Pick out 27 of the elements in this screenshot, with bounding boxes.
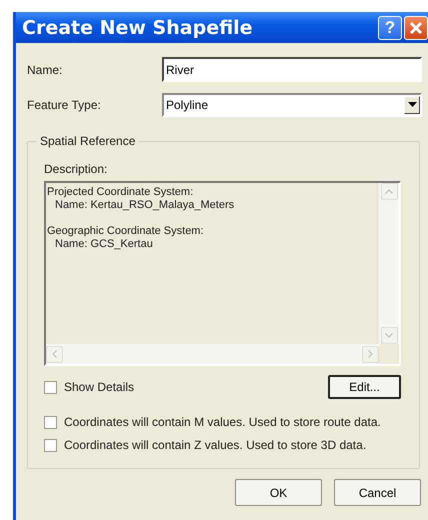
description-label: Description: [44, 162, 108, 176]
checkbox-label: Coordinates will contain Z values. Used to store 3D data. [64, 438, 366, 452]
checkbox[interactable] [44, 416, 57, 428]
checkbox[interactable] [44, 438, 57, 452]
field-label: Name: [27, 62, 64, 76]
description-line: Name: GCS_Kertau [55, 238, 153, 251]
feature-type-dropdown[interactable]: Polyline [162, 92, 422, 116]
dialog-button[interactable]: Cancel [334, 479, 421, 506]
close-icon [408, 20, 424, 36]
field-label: Feature Type: [27, 98, 102, 112]
edit-button[interactable]: Edit... [328, 375, 401, 399]
name-field[interactable]: River [162, 57, 422, 82]
window-title: Create New Shapefile [22, 16, 253, 38]
scroll-left-icon [52, 350, 57, 358]
checkbox-label: Show Details [64, 380, 134, 394]
description-line: Projected Coordinate System: [47, 186, 194, 199]
checkbox[interactable] [44, 380, 57, 394]
scroll-right-icon [368, 350, 373, 358]
dropdown-arrow-icon [408, 102, 416, 107]
description-line: Geographic Coordinate System: [47, 225, 204, 238]
scroll-up-icon [385, 189, 393, 194]
description-line: Name: Kertau_RSO_Malaya_Meters [55, 199, 234, 212]
scroll-down-icon [385, 333, 393, 338]
group-title: Spatial Reference [36, 134, 140, 148]
close-button[interactable] [404, 16, 428, 40]
checkbox-label: Coordinates will contain M values. Used to store route data. [64, 415, 381, 429]
dialog-button[interactable]: OK [235, 479, 322, 506]
